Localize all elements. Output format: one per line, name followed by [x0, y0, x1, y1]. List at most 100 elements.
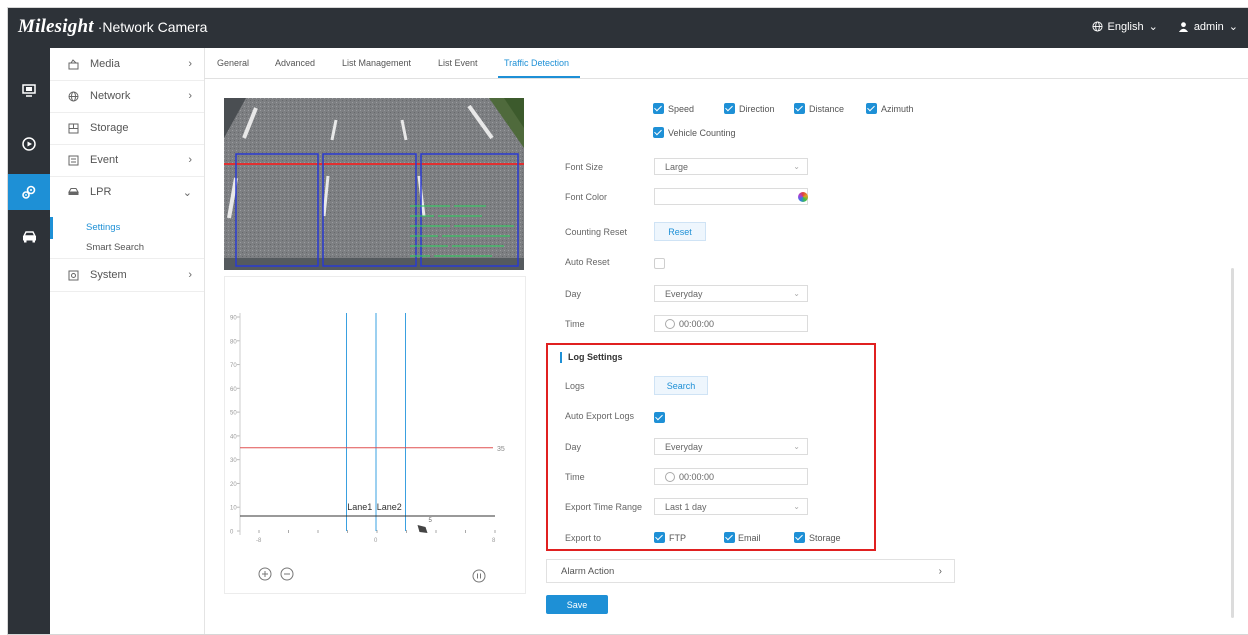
logs-label: Logs [565, 381, 585, 391]
media-icon [68, 58, 82, 70]
time-input[interactable]: 00:00:00 [654, 315, 808, 332]
user-menu[interactable]: admin ⌄ [1178, 20, 1238, 33]
chevron-down-icon: ⌄ [793, 162, 800, 171]
menu-item-system[interactable]: System › [50, 258, 204, 292]
counting-reset-label: Counting Reset [565, 227, 628, 237]
language-selector[interactable]: English ⌄ [1091, 20, 1158, 33]
tab-bar: General Advanced List Management List Ev… [204, 48, 1248, 79]
storage-icon [68, 123, 82, 134]
video-preview [224, 98, 524, 270]
menu-label-storage: Storage [90, 122, 129, 134]
pause-button[interactable] [472, 569, 486, 583]
top-bar: Milesight ·Network Camera English ⌄ admi… [8, 8, 1248, 48]
log-time-value: 00:00:00 [679, 471, 715, 482]
export-time-range-select[interactable]: Last 1 day ⌄ [654, 498, 808, 515]
language-label: English [1107, 20, 1144, 33]
chevron-down-icon: ⌄ [793, 289, 800, 298]
time-label: Time [565, 319, 585, 329]
icon-rail [8, 48, 50, 634]
playback-button[interactable] [8, 126, 50, 162]
azimuth-checkbox[interactable] [866, 103, 877, 114]
system-icon [68, 270, 82, 281]
email-label: Email [738, 533, 761, 543]
active-tab-underline [498, 76, 580, 78]
font-color-picker[interactable] [654, 188, 808, 205]
globe-icon [1091, 21, 1103, 32]
submenu-item-settings[interactable]: Settings [86, 222, 120, 233]
target-marker [417, 525, 428, 533]
color-wheel-icon [798, 192, 808, 202]
direction-checkbox[interactable] [724, 103, 735, 114]
brand-name: Milesight [18, 16, 94, 37]
network-icon [68, 91, 82, 102]
time-value: 00:00:00 [679, 318, 715, 329]
email-checkbox[interactable] [724, 532, 735, 543]
product-name: ·Network Camera [97, 19, 208, 35]
zoom-out-button[interactable] [280, 567, 294, 581]
menu-item-media[interactable]: Media › [50, 48, 204, 81]
lane2-label: Lane2 [377, 502, 402, 512]
y-tick-label: 10 [230, 506, 237, 512]
speed-checkbox[interactable] [653, 103, 664, 114]
menu-label-media: Media [90, 58, 120, 70]
distance-label: Distance [809, 104, 845, 114]
settings-button[interactable] [8, 174, 50, 210]
chevron-down-icon: ⌄ [793, 502, 800, 511]
chevron-right-icon: › [938, 565, 942, 577]
target-label: 5 [429, 518, 433, 524]
menu-item-event[interactable]: Event › [50, 144, 204, 177]
save-button[interactable]: Save [546, 595, 608, 614]
reset-button[interactable]: Reset [654, 222, 706, 241]
event-icon [68, 155, 82, 166]
log-day-label: Day [565, 442, 582, 452]
log-time-input[interactable]: 00:00:00 [654, 468, 808, 485]
user-label: admin [1193, 20, 1224, 33]
font-size-select[interactable]: Large ⌄ [654, 158, 808, 175]
zoom-in-button[interactable] [258, 567, 272, 581]
chevron-right-icon: › [188, 58, 192, 70]
live-view-button[interactable] [8, 72, 50, 108]
log-time-label: Time [565, 472, 585, 482]
tab-traffic-detection[interactable]: Traffic Detection [504, 58, 569, 68]
chevron-down-icon: ⌄ [1148, 21, 1158, 33]
alarm-action-section[interactable]: Alarm Action › [546, 559, 955, 583]
ftp-checkbox[interactable] [654, 532, 665, 543]
vehicle-counting-checkbox[interactable] [653, 127, 664, 138]
search-logs-button[interactable]: Search [654, 376, 708, 395]
font-size-label: Font Size [565, 162, 604, 172]
menu-label-system: System [90, 269, 127, 281]
font-size-value: Large [665, 161, 689, 172]
y-tick-label: 20 [230, 482, 237, 488]
log-day-value: Everyday [665, 441, 703, 452]
tab-list-event[interactable]: List Event [438, 58, 478, 68]
chevron-right-icon: › [188, 90, 192, 102]
menu-item-storage[interactable]: Storage [50, 112, 204, 145]
user-icon [1178, 22, 1188, 32]
y-tick-label: 0 [230, 530, 234, 536]
y-tick-label: 60 [230, 387, 237, 393]
y-tick-label: 30 [230, 458, 237, 464]
auto-reset-checkbox[interactable] [654, 258, 665, 269]
tab-general[interactable]: General [217, 58, 249, 68]
vehicle-counting-label: Vehicle Counting [668, 128, 736, 138]
x-tick-label: -8 [256, 538, 262, 544]
storage-checkbox[interactable] [794, 532, 805, 543]
lane1-label: Lane1 [347, 502, 372, 512]
menu-item-lpr[interactable]: LPR ⌄ [50, 176, 204, 208]
distance-checkbox[interactable] [794, 103, 805, 114]
menu-label-network: Network [90, 90, 131, 102]
tab-advanced[interactable]: Advanced [275, 58, 315, 68]
day-select[interactable]: Everyday ⌄ [654, 285, 808, 302]
menu-label-lpr: LPR [90, 186, 112, 198]
auto-export-logs-checkbox[interactable] [654, 412, 665, 423]
log-day-select[interactable]: Everyday ⌄ [654, 438, 808, 455]
scrollbar[interactable] [1231, 268, 1234, 618]
log-settings-title: Log Settings [560, 352, 623, 363]
vehicle-button[interactable] [8, 218, 50, 254]
browser-frame: Milesight ·Network Camera English ⌄ admi… [7, 7, 1248, 635]
menu-item-network[interactable]: Network › [50, 80, 204, 113]
tab-list-management[interactable]: List Management [342, 58, 411, 68]
monitor-icon [22, 83, 36, 97]
submenu-item-smart-search[interactable]: Smart Search [86, 242, 144, 253]
clock-icon [665, 471, 675, 482]
